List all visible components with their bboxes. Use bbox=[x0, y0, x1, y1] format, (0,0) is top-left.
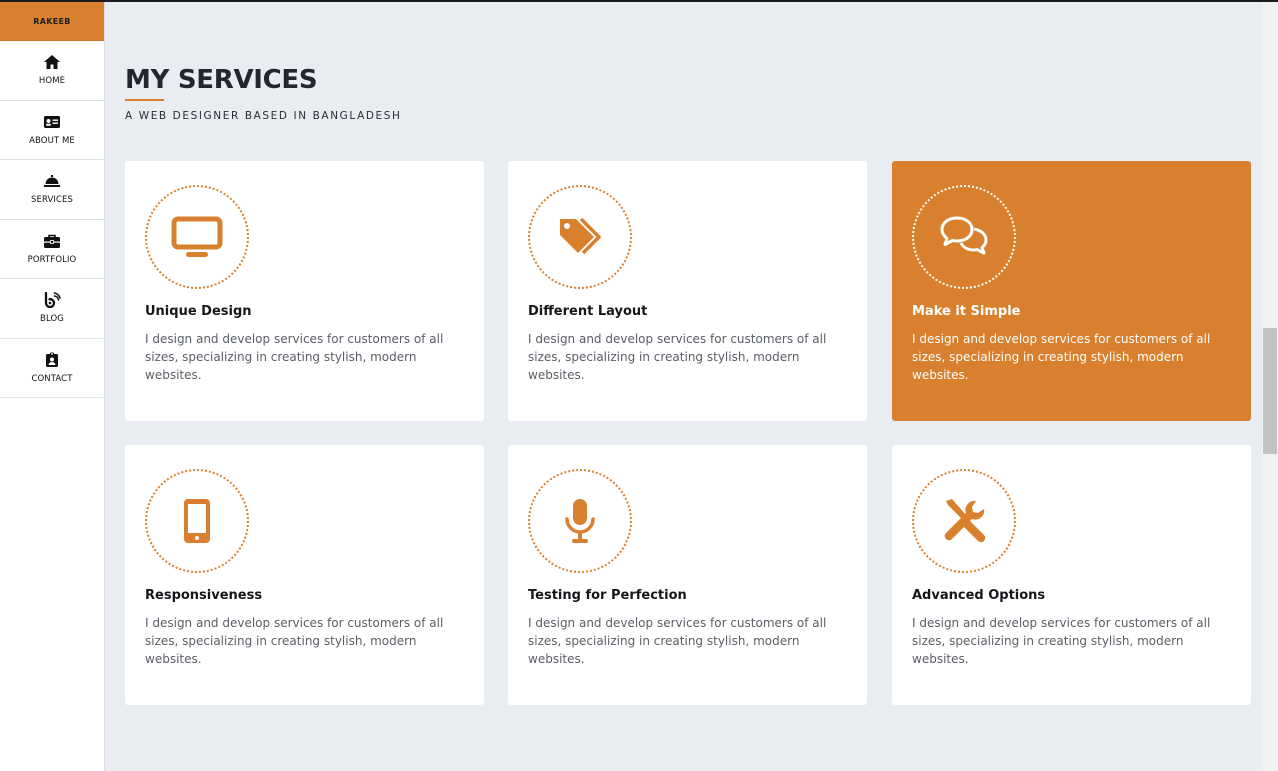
icon-ring bbox=[145, 185, 249, 289]
nav-home[interactable]: HOME bbox=[0, 41, 104, 101]
chat-bubbles-icon bbox=[940, 216, 988, 255]
section-subtitle: A WEB DESIGNER BASED IN BANGLADESH bbox=[125, 110, 402, 122]
title-underline bbox=[125, 99, 164, 101]
icon-ring bbox=[912, 185, 1016, 289]
service-card-advanced-options[interactable]: Advanced Options I design and develop se… bbox=[892, 445, 1251, 705]
service-bell-icon bbox=[44, 175, 60, 188]
nav-contact[interactable]: CONTACT bbox=[0, 339, 104, 398]
service-description: I design and develop services for custom… bbox=[145, 332, 444, 382]
service-title: Testing for Perfection bbox=[528, 588, 687, 603]
nav-portfolio[interactable]: PORTFOLIO bbox=[0, 220, 104, 279]
service-title: Advanced Options bbox=[912, 588, 1046, 603]
microphone-icon bbox=[565, 499, 595, 543]
tags-icon bbox=[560, 217, 601, 255]
service-card-different-layout[interactable]: Different Layout I design and develop se… bbox=[508, 161, 867, 421]
service-description: I design and develop services for custom… bbox=[912, 616, 1211, 666]
sidebar: RAKEEB HOME ABOUT ME SERVICES PORTFOLIO … bbox=[0, 2, 105, 771]
blogger-icon bbox=[44, 292, 61, 309]
nav-label-services: SERVICES bbox=[30, 195, 74, 206]
contact-badge-icon bbox=[46, 352, 58, 367]
id-card-icon bbox=[44, 115, 60, 128]
scrollbar-thumb[interactable] bbox=[1263, 328, 1277, 454]
icon-ring bbox=[145, 469, 249, 573]
service-card-testing-for-perfection[interactable]: Testing for Perfection I design and deve… bbox=[508, 445, 867, 705]
icon-ring bbox=[528, 469, 632, 573]
service-description: I design and develop services for custom… bbox=[528, 332, 827, 382]
nav-label-contact: CONTACT bbox=[31, 373, 73, 384]
nav-label-about-me: ABOUT ME bbox=[29, 135, 75, 146]
service-title: Unique Design bbox=[145, 304, 252, 319]
service-card-unique-design[interactable]: Unique Design I design and develop servi… bbox=[125, 161, 484, 421]
service-card-responsiveness[interactable]: Responsiveness I design and develop serv… bbox=[125, 445, 484, 705]
brand-logo[interactable]: RAKEEB bbox=[0, 2, 104, 41]
icon-ring bbox=[528, 185, 632, 289]
service-title: Make it Simple bbox=[912, 304, 1021, 319]
service-title: Responsiveness bbox=[145, 588, 263, 603]
vertical-scrollbar[interactable] bbox=[1262, 2, 1278, 771]
briefcase-icon bbox=[44, 234, 60, 248]
tools-icon bbox=[944, 499, 986, 543]
nav-about-me[interactable]: ABOUT ME bbox=[0, 101, 104, 160]
services-section: MY SERVICES A WEB DESIGNER BASED IN BANG… bbox=[105, 2, 1262, 771]
service-description: I design and develop services for custom… bbox=[145, 616, 444, 666]
service-title: Different Layout bbox=[528, 304, 648, 319]
nav-label-portfolio: PORTFOLIO bbox=[27, 254, 77, 265]
service-description: I design and develop services for custom… bbox=[912, 332, 1211, 382]
service-card-make-it-simple[interactable]: Make it Simple I design and develop serv… bbox=[892, 161, 1251, 421]
service-description: I design and develop services for custom… bbox=[528, 616, 827, 666]
nav-label-blog: BLOG bbox=[40, 314, 64, 325]
home-icon bbox=[44, 55, 60, 70]
nav-label-home: HOME bbox=[38, 76, 66, 87]
window-top-border bbox=[0, 0, 1278, 2]
brand-name: RAKEEB bbox=[33, 16, 71, 26]
icon-ring bbox=[912, 469, 1016, 573]
nav-blog[interactable]: BLOG bbox=[0, 279, 104, 339]
nav-services[interactable]: SERVICES bbox=[0, 160, 104, 220]
section-title: MY SERVICES bbox=[125, 65, 318, 95]
mobile-phone-icon bbox=[184, 499, 210, 543]
desktop-icon bbox=[171, 216, 223, 257]
